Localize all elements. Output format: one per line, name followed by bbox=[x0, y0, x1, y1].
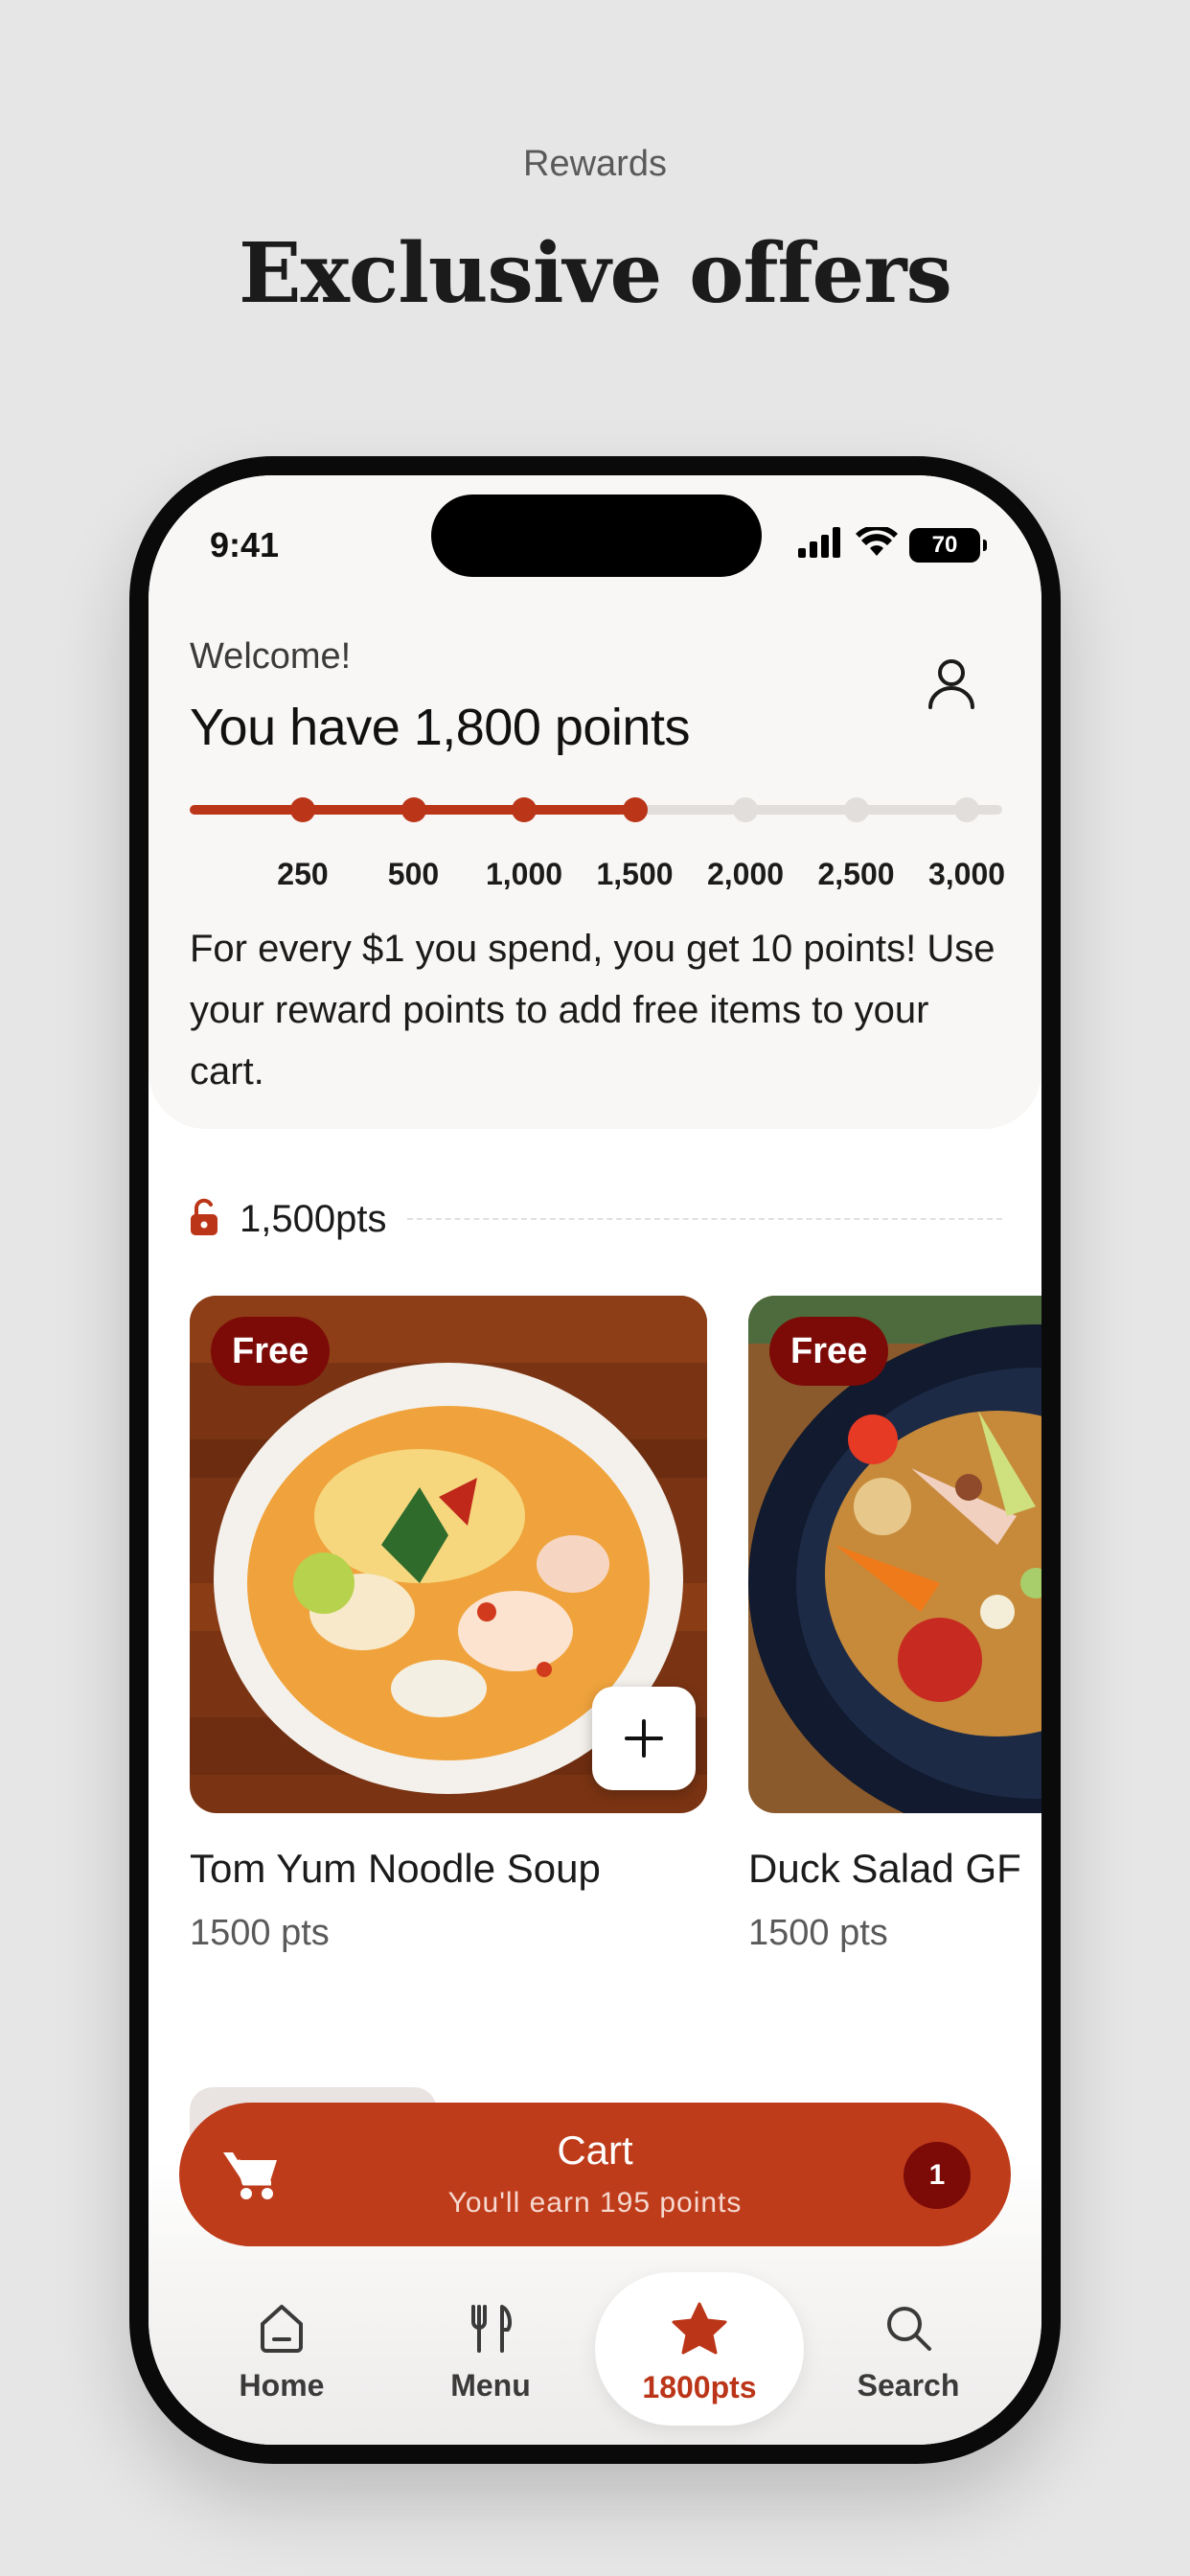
cart-subtitle: You'll earn 195 points bbox=[447, 2187, 743, 2219]
status-time: 9:41 bbox=[210, 525, 280, 564]
milestone-dot bbox=[843, 797, 869, 822]
milestone-label: 500 bbox=[387, 857, 440, 891]
welcome-text: Welcome! bbox=[190, 636, 352, 677]
home-icon bbox=[261, 2305, 303, 2353]
item-points: 1500 pts bbox=[190, 1913, 330, 1953]
noodle-soup-photo[interactable]: Free bbox=[190, 1296, 707, 1813]
wifi-icon bbox=[856, 524, 898, 563]
free-badge: Free bbox=[769, 1317, 889, 1386]
milestone-dot bbox=[733, 797, 758, 822]
duck-salad-photo[interactable]: Free bbox=[748, 1296, 1041, 1813]
milestone-dot bbox=[512, 797, 537, 822]
milestone-dot bbox=[290, 797, 315, 822]
free-badge: Free bbox=[211, 1317, 331, 1386]
milestone-dot bbox=[622, 797, 648, 822]
cart-count-badge: 1 bbox=[904, 2142, 971, 2209]
points-balance-title: You have 1,800 points bbox=[190, 699, 690, 756]
cart-button[interactable]: Cart You'll earn 195 points 1 bbox=[179, 2103, 1011, 2246]
item-name[interactable]: Duck Salad GF bbox=[748, 1846, 1041, 1892]
nav-menu-label: Menu bbox=[450, 2368, 531, 2403]
cart-title: Cart bbox=[557, 2128, 633, 2173]
milestone-label: 2,500 bbox=[817, 857, 895, 891]
status-icons: 70 bbox=[798, 524, 987, 563]
milestone-label: 250 bbox=[277, 857, 329, 891]
nav-search[interactable]: Search bbox=[804, 2272, 1013, 2426]
nav-rewards-label: 1800pts bbox=[642, 2370, 757, 2404]
points-description: For every $1 you spend, you get 10 point… bbox=[190, 928, 995, 1092]
nav-home[interactable]: Home bbox=[177, 2272, 386, 2426]
rewards-eyebrow: Rewards bbox=[523, 144, 667, 184]
unlock-icon bbox=[190, 1198, 218, 1241]
battery-icon: 70 bbox=[909, 527, 987, 563]
signal-icon bbox=[798, 527, 844, 563]
milestone-label: 3,000 bbox=[927, 857, 1006, 891]
add-to-cart-button[interactable] bbox=[592, 1687, 696, 1790]
utensils-icon bbox=[471, 2305, 512, 2353]
tier-label: 1,500pts bbox=[240, 1197, 387, 1240]
milestone-label: 1,000 bbox=[485, 857, 563, 891]
page-headline: Exclusive offers bbox=[239, 225, 952, 322]
person-icon[interactable] bbox=[923, 654, 980, 711]
points-summary-card: 9:41 70 Welcome! You have 1,800 points 2… bbox=[149, 475, 1041, 1129]
star-icon bbox=[672, 2302, 727, 2355]
reward-item-card[interactable]: Free Duck Salad GF 1500 pts bbox=[748, 1296, 1041, 1954]
plus-icon bbox=[625, 1719, 663, 1758]
milestone-label: 2,000 bbox=[706, 857, 785, 891]
milestone-label: 1,500 bbox=[596, 857, 674, 891]
milestone-dot bbox=[400, 797, 426, 822]
item-points: 1500 pts bbox=[748, 1913, 888, 1953]
nav-rewards[interactable]: 1800pts bbox=[595, 2272, 804, 2426]
phone-frame: 9:41 70 Welcome! You have 1,800 points 2… bbox=[129, 456, 1061, 2464]
milestone-dot bbox=[954, 797, 979, 822]
tier-divider bbox=[407, 1218, 1002, 1220]
phone-screen: 9:41 70 Welcome! You have 1,800 points 2… bbox=[149, 475, 1041, 2445]
bottom-nav: Home Menu 1800pts Search bbox=[149, 2272, 1041, 2445]
nav-menu[interactable]: Menu bbox=[386, 2272, 595, 2426]
tier-header: 1,500pts bbox=[190, 1196, 1002, 1242]
reward-item-card[interactable]: Free Tom Yum Noodle Soup 1500 pts bbox=[190, 1296, 707, 1954]
nav-home-label: Home bbox=[239, 2368, 325, 2403]
item-name[interactable]: Tom Yum Noodle Soup bbox=[190, 1846, 707, 1892]
nav-search-label: Search bbox=[857, 2368, 960, 2403]
search-icon bbox=[887, 2307, 931, 2351]
dynamic-island bbox=[431, 494, 762, 577]
